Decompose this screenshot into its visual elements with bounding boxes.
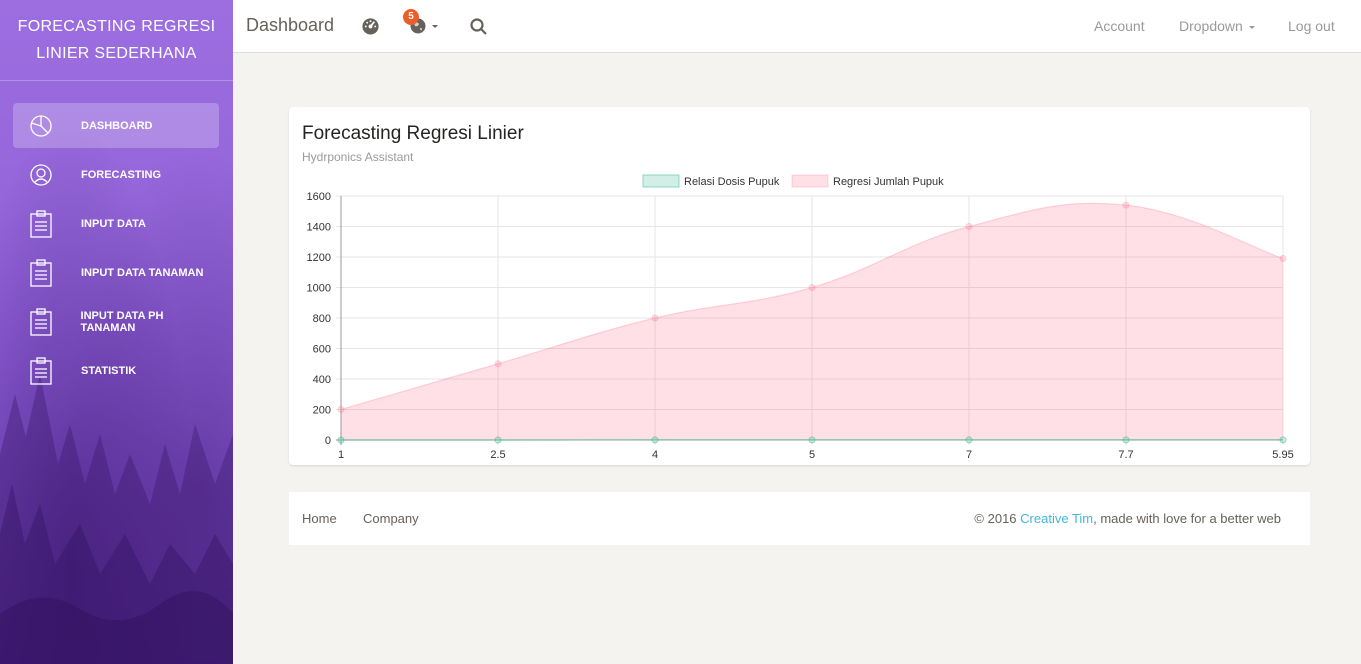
legend-swatch (791, 174, 829, 188)
user-icon (27, 161, 55, 189)
y-tick-label: 1200 (307, 252, 331, 264)
data-point (965, 223, 973, 230)
data-point (1279, 255, 1287, 263)
data-point (651, 436, 659, 444)
y-tick-label: 0 (325, 435, 331, 447)
data-point (965, 436, 973, 444)
data-point (1122, 436, 1130, 444)
sidebar: FORECASTING REGRESI LINIER SEDERHANA DAS… (0, 0, 233, 664)
data-point (337, 406, 345, 413)
x-tick-label: 7.7 (1118, 449, 1133, 461)
footer: Home Company © 2016 Creative Tim, made w… (289, 492, 1310, 545)
data-point (337, 436, 345, 444)
data-point (494, 436, 502, 444)
data-point (651, 314, 659, 322)
clipboard-icon (27, 209, 55, 238)
pie-chart-icon (27, 112, 55, 140)
sidebar-item-forecasting[interactable]: FORECASTING (13, 152, 219, 197)
copyright-prefix: © 2016 (974, 511, 1021, 526)
y-tick-label: 1000 (307, 283, 331, 295)
sidebar-item-label: INPUT DATA PH TANAMAN (80, 309, 164, 334)
data-point (808, 284, 816, 291)
sidebar-item-dashboard[interactable]: DASHBOARD (13, 103, 219, 148)
data-point (1122, 201, 1130, 209)
y-tick-label: 400 (313, 374, 331, 386)
search-icon[interactable] (470, 18, 487, 40)
y-tick-label: 1600 (307, 191, 331, 203)
dropdown-menu[interactable]: Dropdown (1179, 18, 1243, 34)
x-tick-label: 2.5 (490, 449, 505, 461)
caret-down-icon (1249, 26, 1255, 29)
data-point (1279, 436, 1287, 444)
y-tick-label: 800 (313, 313, 331, 325)
sidebar-item-statistik[interactable]: STATISTIK (13, 348, 219, 393)
x-tick-label: 5.95 (1272, 449, 1293, 461)
legend-label: Relasi Dosis Pupuk (684, 176, 780, 188)
area-chart: 0 200 400 600 800 1000 1200 1400 1600 1 2.5 4 5 7 7.7 5… (307, 174, 1294, 461)
notification-badge: 5 (403, 9, 419, 25)
legend-swatch (642, 174, 680, 188)
x-tick-label: 4 (652, 449, 658, 461)
y-tick-label: 1400 (307, 222, 331, 234)
y-tick-label: 200 (313, 405, 331, 417)
sidebar-item-label: INPUT DATA (81, 217, 146, 230)
sidebar-item-label: INPUT DATA TANAMAN (81, 266, 204, 279)
sidebar-item-label: STATISTIK (81, 364, 137, 377)
top-navbar: Dashboard 5 Account Dropdown Log out (233, 0, 1361, 53)
clipboard-icon (27, 356, 55, 385)
sidebar-item-input-data[interactable]: INPUT DATA (13, 201, 219, 246)
x-tick-label: 7 (966, 449, 972, 461)
copyright-text: © 2016 Creative Tim, made with love for … (974, 511, 1281, 526)
sidebar-item-label: DASHBOARD (81, 119, 153, 132)
sidebar-item-label: FORECASTING (81, 168, 162, 181)
sidebar-nav: DASHBOARD FORECASTING INPUT DATA INPUT D… (0, 103, 233, 393)
copyright-suffix: , made with love for a better web (1093, 511, 1281, 526)
data-point (494, 360, 502, 368)
speedometer-icon[interactable] (361, 16, 380, 40)
sidebar-item-input-data-tanaman[interactable]: INPUT DATA TANAMAN (13, 250, 219, 295)
caret-down-icon (432, 25, 438, 28)
account-link[interactable]: Account (1094, 18, 1145, 34)
brand-title[interactable]: FORECASTING REGRESI LINIER SEDERHANA (0, 0, 233, 81)
chart-card: Forecasting Regresi Linier Hydrponics As… (289, 107, 1310, 465)
data-point (808, 436, 816, 444)
y-tick-label: 600 (313, 344, 331, 356)
legend-label: Regresi Jumlah Pupuk (833, 176, 944, 188)
creative-tim-link[interactable]: Creative Tim (1020, 511, 1093, 526)
page-title: Dashboard (246, 15, 335, 35)
clipboard-icon (27, 307, 55, 336)
sidebar-item-input-data-ph-tanaman[interactable]: INPUT DATA PH TANAMAN (13, 299, 219, 344)
footer-home-link[interactable]: Home (302, 511, 337, 526)
x-tick-label: 5 (809, 449, 815, 461)
footer-company-link[interactable]: Company (363, 511, 419, 526)
clipboard-icon (27, 258, 55, 287)
logout-link[interactable]: Log out (1288, 18, 1335, 34)
x-tick-label: 1 (338, 449, 344, 461)
